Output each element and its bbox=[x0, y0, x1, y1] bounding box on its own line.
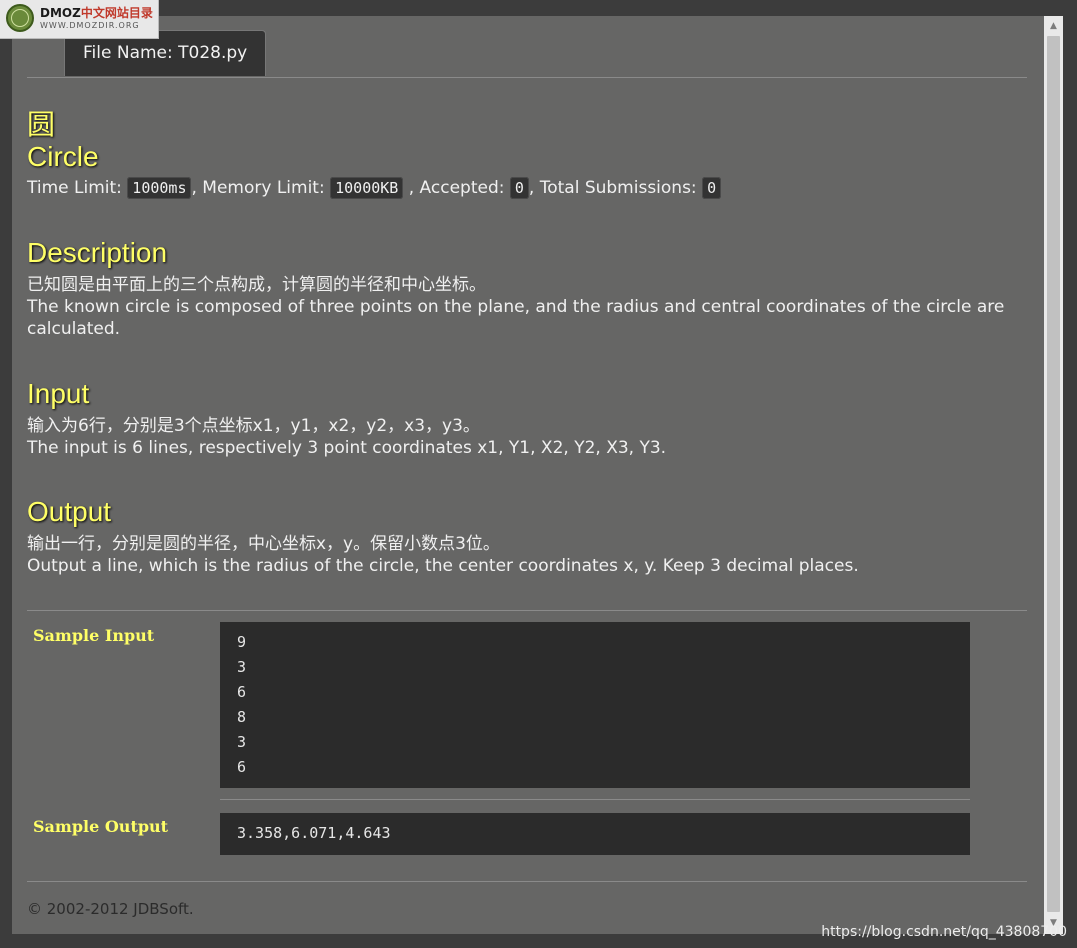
logo-name-cn: 中文网站目录 bbox=[80, 6, 153, 20]
sample-input-line: 9 bbox=[237, 633, 247, 651]
time-limit-label: Time Limit: bbox=[27, 178, 128, 198]
memory-limit-value: 10000KB bbox=[330, 177, 404, 199]
dmoz-logo: DMOZ中文网站目录 WWW.DMOZDIR.ORG bbox=[0, 0, 159, 39]
scroll-up-icon[interactable]: ▲ bbox=[1044, 18, 1063, 35]
memory-limit-label: , Memory Limit: bbox=[191, 178, 331, 198]
sample-input-label: Sample Input bbox=[33, 626, 155, 645]
problem-title-cn: 圆 bbox=[27, 108, 56, 141]
accepted-label: , Accepted: bbox=[403, 178, 510, 198]
total-submissions-value: 0 bbox=[702, 177, 722, 199]
footer-divider bbox=[27, 881, 1027, 882]
sample-input-box[interactable]: 9 3 6 8 3 6 bbox=[220, 622, 970, 788]
output-en: Output a line, which is the radius of th… bbox=[27, 556, 859, 576]
input-heading: Input bbox=[27, 378, 90, 409]
problem-title-en: Circle bbox=[27, 141, 99, 172]
time-limit-value: 1000ms bbox=[127, 177, 192, 199]
description-cn: 已知圆是由平面上的三个点构成，计算圆的半径和中心坐标。 bbox=[27, 275, 486, 295]
sample-input-line: 6 bbox=[237, 758, 247, 776]
problem-window: File Name: T028.py 圆 Circle Time Limit: … bbox=[12, 16, 1044, 934]
description-heading: Description bbox=[27, 237, 168, 268]
vertical-scrollbar[interactable]: ▲ ▼ bbox=[1044, 16, 1063, 934]
sample-input-line: 3 bbox=[237, 658, 247, 676]
section-divider bbox=[27, 610, 1027, 611]
sample-output-line: 3.358,6.071,4.643 bbox=[237, 824, 391, 842]
scrollbar-thumb[interactable] bbox=[1047, 36, 1060, 912]
input-body: 输入为6行，分别是3个点坐标x1，y1，x2，y2，x3，y3。 The inp… bbox=[27, 415, 1027, 459]
input-cn: 输入为6行，分别是3个点坐标x1，y1，x2，y2，x3，y3。 bbox=[27, 416, 480, 436]
globe-icon bbox=[6, 4, 34, 32]
accepted-value: 0 bbox=[509, 177, 529, 199]
output-heading: Output bbox=[27, 496, 112, 527]
logo-url: WWW.DMOZDIR.ORG bbox=[40, 21, 140, 30]
sample-input-line: 3 bbox=[237, 733, 247, 751]
sample-input-line: 6 bbox=[237, 683, 247, 701]
sample-divider bbox=[220, 799, 970, 800]
input-en: The input is 6 lines, respectively 3 poi… bbox=[27, 438, 667, 458]
sample-output-label: Sample Output bbox=[33, 817, 169, 836]
csdn-watermark: https://blog.csdn.net/qq_43808700 bbox=[821, 924, 1067, 940]
sample-output-box[interactable]: 3.358,6.071,4.643 bbox=[220, 813, 970, 855]
logo-title: DMOZ中文网站目录 bbox=[40, 4, 153, 21]
sample-input-line: 8 bbox=[237, 708, 247, 726]
output-cn: 输出一行，分别是圆的半径，中心坐标x，y。保留小数点3位。 bbox=[27, 534, 500, 554]
total-submissions-label: , Total Submissions: bbox=[528, 178, 703, 198]
output-body: 输出一行，分别是圆的半径，中心坐标x，y。保留小数点3位。 Output a l… bbox=[27, 533, 1027, 577]
logo-name: DMOZ bbox=[40, 6, 81, 20]
description-body: 已知圆是由平面上的三个点构成，计算圆的半径和中心坐标。 The known ci… bbox=[27, 274, 1027, 340]
description-en: The known circle is composed of three po… bbox=[27, 297, 1005, 339]
tab-divider bbox=[27, 77, 1027, 78]
limits-line: Time Limit: 1000ms, Memory Limit: 10000K… bbox=[27, 176, 722, 200]
footer-copyright: © 2002-2012 JDBSoft. bbox=[27, 900, 194, 918]
